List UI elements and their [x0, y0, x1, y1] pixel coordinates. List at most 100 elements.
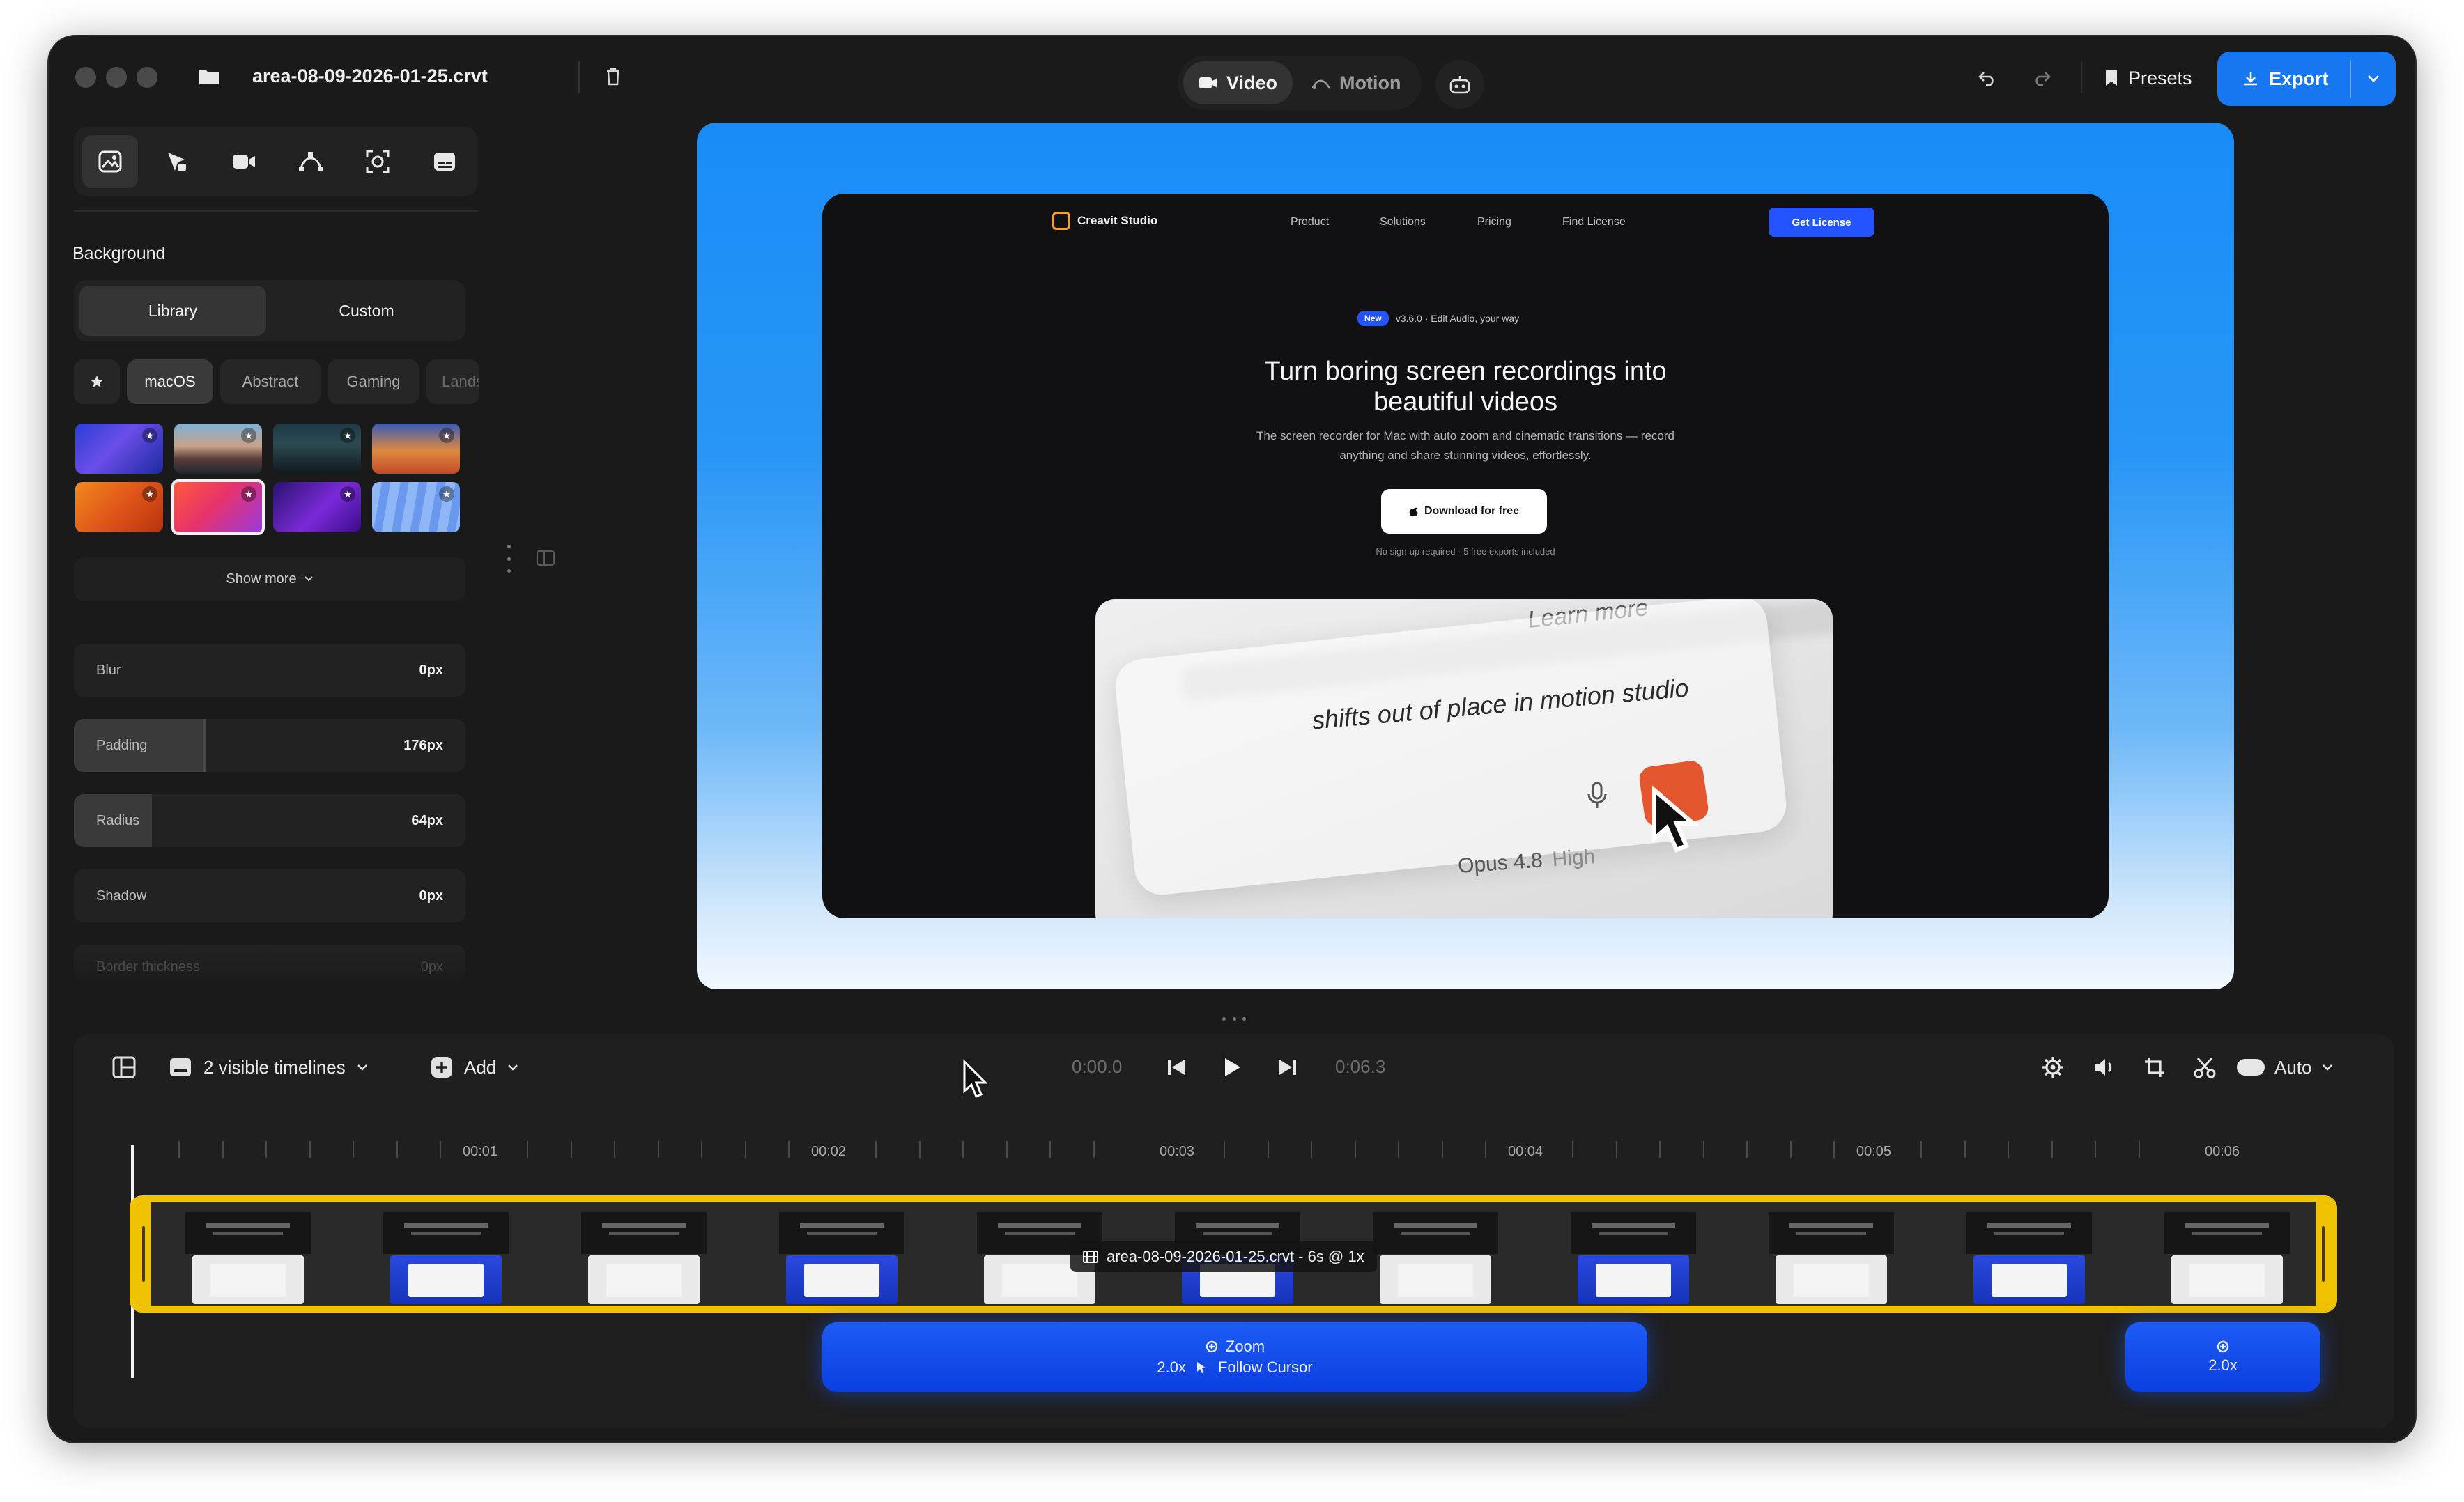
ruler-tick [1702, 1141, 1704, 1158]
wallpaper-thumb[interactable]: ★ [372, 424, 460, 474]
volume-icon[interactable] [2090, 1053, 2118, 1081]
captions-tool-icon[interactable] [417, 135, 472, 188]
clip-frame-thumbnail [574, 1212, 714, 1304]
mode-motion-tab[interactable]: Motion [1296, 61, 1416, 104]
ruler-label: 00:04 [1508, 1144, 1543, 1159]
divider [578, 61, 580, 93]
padding-label: Padding [96, 737, 148, 753]
ruler-tick [570, 1141, 572, 1158]
wallpaper-thumb[interactable]: ★ [273, 424, 361, 474]
focus-tool-icon[interactable] [350, 135, 406, 188]
border-thickness-value: 0px [420, 959, 443, 975]
star-icon[interactable]: ★ [142, 486, 157, 502]
favorites-star-icon[interactable] [74, 359, 120, 404]
wallpaper-thumb[interactable]: ★ [372, 482, 460, 532]
robot-icon[interactable] [1435, 60, 1484, 109]
ruler-tick [1659, 1141, 1661, 1158]
preview-canvas[interactable]: Creavit Studio Product Solutions Pricing… [697, 123, 2234, 989]
ruler-tick [1224, 1141, 1225, 1158]
star-icon[interactable]: ★ [439, 486, 454, 502]
show-more-label: Show more [226, 571, 297, 587]
ruler-label: 00:03 [1160, 1144, 1195, 1159]
divider [74, 210, 478, 212]
star-icon[interactable]: ★ [340, 428, 355, 443]
shadow-slider[interactable]: Shadow 0px [74, 869, 465, 922]
presets-button[interactable]: Presets [2104, 59, 2192, 98]
chevron-down-icon [2322, 1064, 2332, 1071]
star-icon[interactable]: ★ [241, 486, 256, 502]
category-macos[interactable]: macOS [127, 359, 213, 404]
star-icon[interactable]: ★ [439, 428, 454, 443]
ruler-tick [265, 1141, 267, 1158]
ruler-tick [1572, 1141, 1573, 1158]
category-gaming[interactable]: Gaming [328, 359, 419, 404]
ruler-tick [701, 1141, 702, 1158]
wallpaper-thumb[interactable]: ★ [273, 482, 361, 532]
camera-tool-icon[interactable] [216, 135, 272, 188]
ruler-tick [1311, 1141, 1312, 1158]
undo-icon[interactable] [1972, 63, 2003, 93]
play-icon[interactable] [1217, 1052, 1247, 1083]
folder-icon[interactable] [194, 61, 224, 92]
category-landscape[interactable]: Landscape [426, 359, 479, 404]
skip-forward-icon[interactable] [1272, 1052, 1303, 1083]
ruler-label: 00:06 [2205, 1144, 2240, 1159]
brand-logo: Creavit Studio [1052, 212, 1157, 230]
zoom-segment[interactable]: 2.0x [2125, 1322, 2320, 1392]
chevron-down-icon [357, 1064, 367, 1071]
clip-trim-left-handle[interactable] [137, 1202, 151, 1306]
bezier-tool-icon[interactable] [283, 135, 339, 188]
ruler-tick [962, 1141, 964, 1158]
star-icon[interactable]: ★ [340, 486, 355, 502]
minimize-window-button[interactable] [106, 67, 127, 88]
wallpaper-thumb-selected[interactable]: ★ [171, 479, 265, 535]
clip-frame-thumbnail [1959, 1212, 2099, 1304]
star-icon[interactable]: ★ [241, 428, 256, 443]
visible-timelines-dropdown[interactable]: 2 visible timelines [169, 1053, 368, 1081]
video-clip[interactable]: area-08-09-2026-01-25.crvt - 6s @ 1x [130, 1195, 2337, 1313]
crop-icon[interactable] [2141, 1053, 2169, 1081]
layout-icon[interactable] [110, 1053, 138, 1081]
resize-handle-icon[interactable] [1222, 1017, 1246, 1023]
recording-screen: Creavit Studio Product Solutions Pricing… [822, 194, 2109, 918]
radius-slider[interactable]: Radius 64px [74, 794, 465, 847]
skip-back-icon[interactable] [1161, 1052, 1192, 1083]
clip-frame-thumbnail [2157, 1212, 2297, 1304]
get-license-button: Get License [1769, 208, 1874, 237]
custom-tab[interactable]: Custom [273, 286, 460, 336]
sidebar-toggle-icon[interactable] [537, 550, 555, 566]
mode-video-tab[interactable]: Video [1183, 61, 1293, 104]
zoom-window-button[interactable] [137, 67, 157, 88]
zoom-segment[interactable]: Zoom 2.0x Follow Cursor [822, 1322, 1647, 1392]
wallpaper-thumb[interactable]: ★ [75, 482, 163, 532]
settings-gear-icon[interactable] [2039, 1053, 2067, 1081]
blur-slider[interactable]: Blur 0px [74, 644, 465, 697]
scissors-icon[interactable] [2191, 1053, 2219, 1081]
border-thickness-slider[interactable]: Border thickness 0px [74, 945, 465, 981]
show-more-button[interactable]: Show more [74, 557, 465, 601]
clip-trim-right-handle[interactable] [2316, 1202, 2330, 1306]
more-vertical-icon[interactable] [505, 545, 513, 573]
hero-sub-line1: The screen recorder for Mac with auto zo… [1256, 429, 1674, 442]
radius-label: Radius [96, 812, 140, 828]
padding-slider[interactable]: Padding 176px [74, 719, 465, 772]
auto-zoom-dropdown[interactable]: Auto [2237, 1053, 2333, 1081]
trash-icon[interactable] [599, 63, 627, 91]
wallpaper-thumb[interactable]: ★ [75, 424, 163, 474]
export-options-chevron-icon[interactable] [2351, 74, 2396, 84]
cursor-tool-icon[interactable] [149, 135, 205, 188]
library-tab[interactable]: Library [79, 286, 266, 336]
wallpaper-thumb[interactable]: ★ [174, 424, 262, 474]
ruler-tick [657, 1141, 659, 1158]
background-tool-icon[interactable] [82, 135, 138, 188]
export-button[interactable]: Export [2217, 52, 2396, 106]
zoom-segment-scale: 2.0x [2208, 1356, 2238, 1374]
star-icon[interactable]: ★ [142, 428, 157, 443]
add-dropdown[interactable]: Add [431, 1053, 518, 1081]
redo-icon[interactable] [2026, 63, 2057, 93]
microphone-icon [1583, 780, 1611, 808]
close-window-button[interactable] [75, 67, 96, 88]
apple-icon [1409, 507, 1418, 516]
timeline-icon [170, 1058, 191, 1076]
category-abstract[interactable]: Abstract [220, 359, 321, 404]
